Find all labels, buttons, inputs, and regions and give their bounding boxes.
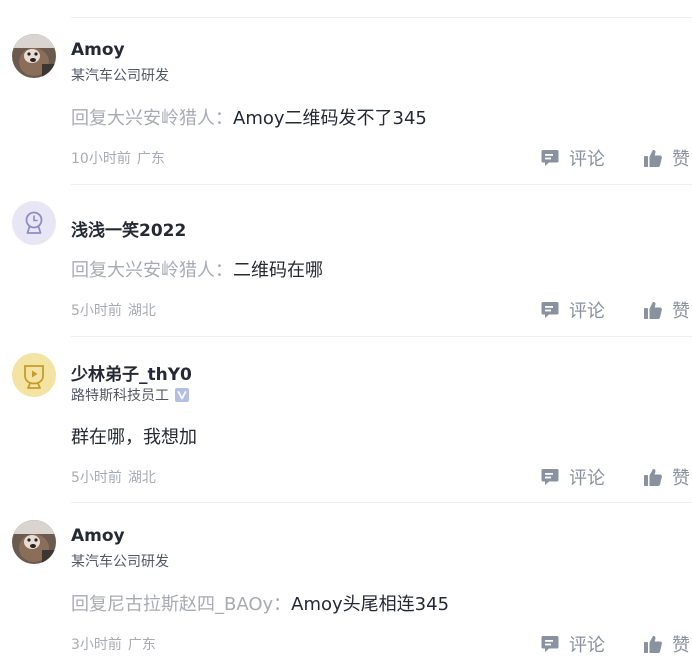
like-button[interactable]: 赞 [643, 631, 690, 657]
reply-prefix[interactable]: 回复大兴安岭猎人： [71, 108, 233, 129]
author-title-text: 路特斯科技员工 [71, 388, 169, 404]
comment-author-title: 某汽车公司研发 [71, 551, 169, 571]
reply-label: 评论 [569, 468, 605, 489]
like-button[interactable]: 赞 [643, 297, 690, 323]
comment-location: 广东 [127, 637, 156, 653]
dog-photo-avatar[interactable] [12, 520, 56, 564]
comment-meta: 3小时前 广东 [71, 634, 156, 654]
comment-icon [541, 469, 559, 485]
reply-label: 评论 [569, 635, 605, 656]
like-label: 赞 [672, 149, 690, 170]
thumbs-up-icon [644, 149, 662, 167]
comment-divider [71, 184, 692, 185]
reply-prefix[interactable]: 回复尼古拉斯赵四_BAOy： [71, 594, 291, 615]
verified-badge-icon [175, 388, 189, 402]
comment-divider [71, 336, 692, 337]
dog-photo-avatar[interactable] [12, 34, 56, 78]
clock-avatar[interactable] [12, 201, 56, 245]
comment-time: 3小时前 [71, 637, 122, 653]
reply-label: 评论 [569, 301, 605, 322]
like-label: 赞 [672, 301, 690, 322]
comment-text: 二维码在哪 [233, 260, 323, 281]
like-label: 赞 [672, 468, 690, 489]
reply-label: 评论 [569, 149, 605, 170]
comment-text: Amoy二维码发不了345 [233, 108, 427, 129]
author-title-text: 某汽车公司研发 [71, 68, 169, 84]
thumbs-up-icon [644, 301, 662, 319]
comment-author-title: 某汽车公司研发 [71, 65, 169, 85]
comment-time: 5小时前 [71, 470, 122, 486]
video-cup-avatar[interactable] [12, 353, 56, 397]
like-button[interactable]: 赞 [643, 464, 690, 490]
thumbs-up-icon [644, 468, 662, 486]
comment-location: 湖北 [127, 470, 156, 486]
comment-text: Amoy头尾相连345 [291, 594, 450, 615]
comment-author-name[interactable]: 少林弟子_thY0 [71, 360, 192, 385]
comment-icon [541, 302, 559, 318]
comment-time: 10小时前 [71, 151, 131, 167]
comment-icon [541, 636, 559, 652]
comment-content: 回复尼古拉斯赵四_BAOy：Amoy头尾相连345 [71, 590, 449, 616]
comment-content: 群在哪，我想加 [71, 423, 197, 449]
author-title-text: 某汽车公司研发 [71, 554, 169, 570]
comment-icon [541, 150, 559, 166]
reply-button[interactable]: 评论 [540, 464, 605, 490]
comment-text: 群在哪，我想加 [71, 427, 197, 448]
comment-divider [71, 502, 692, 503]
comment-location: 广东 [136, 151, 165, 167]
comment-author-name[interactable]: 浅浅一笑2022 [71, 216, 186, 241]
comment-author-name[interactable]: Amoy [71, 526, 125, 546]
reply-button[interactable]: 评论 [540, 145, 605, 171]
thumbs-up-icon [644, 635, 662, 653]
comment-author-name[interactable]: Amoy [71, 40, 125, 60]
comment-meta: 5小时前 湖北 [71, 467, 156, 487]
top-divider [71, 17, 692, 18]
reply-prefix[interactable]: 回复大兴安岭猎人： [71, 260, 233, 281]
comment-content: 回复大兴安岭猎人：Amoy二维码发不了345 [71, 104, 427, 130]
reply-button[interactable]: 评论 [540, 297, 605, 323]
reply-button[interactable]: 评论 [540, 631, 605, 657]
like-button[interactable]: 赞 [643, 145, 690, 171]
comment-author-title: 路特斯科技员工 [71, 385, 189, 405]
comment-location: 湖北 [127, 303, 156, 319]
comment-content: 回复大兴安岭猎人：二维码在哪 [71, 256, 323, 282]
like-label: 赞 [672, 635, 690, 656]
comment-time: 5小时前 [71, 303, 122, 319]
comment-meta: 10小时前 广东 [71, 148, 165, 168]
comment-meta: 5小时前 湖北 [71, 300, 156, 320]
